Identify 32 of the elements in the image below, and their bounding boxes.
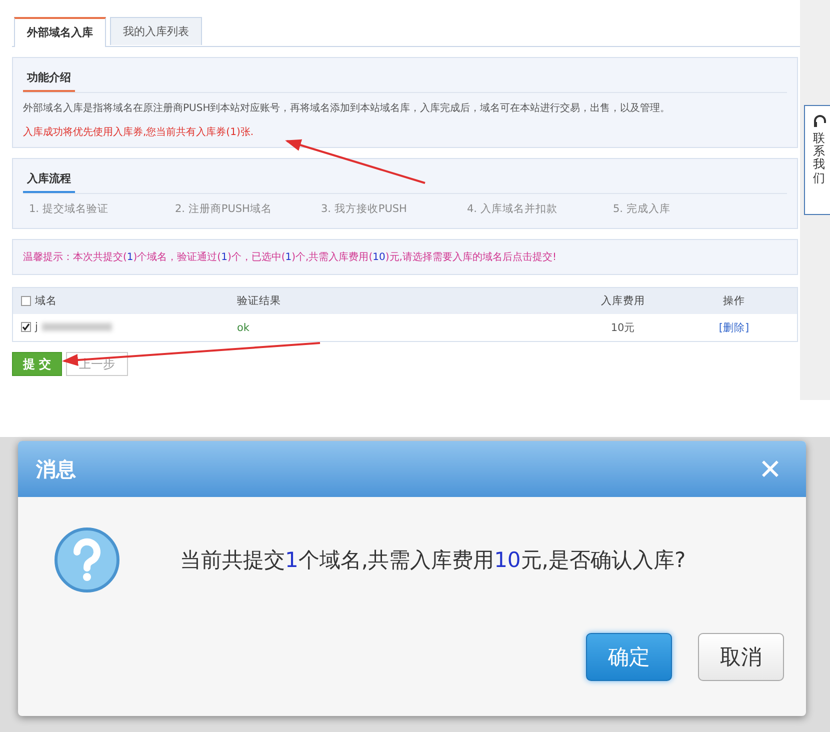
redacted-text [42,323,112,331]
checkbox[interactable] [21,322,31,332]
section-title: 入库流程 [23,169,75,193]
cancel-button[interactable]: 取消 [698,633,784,681]
section-title: 功能介绍 [23,68,75,92]
process-step: 3. 我方接收PUSH [321,202,467,216]
description-text: 外部域名入库是指将域名在原注册商PUSH到本站对应账号，再将域名添加到本站域名库，入库完成后，域名可在本站进行交易，出售，以及管理。 [23,102,672,115]
checkbox[interactable] [21,296,31,306]
contact-tab[interactable]: 联系我们 [804,105,830,215]
process-step: 2. 注册商PUSH域名 [175,202,321,216]
process-step: 4. 入库域名并扣款 [467,202,613,216]
column-header: 验证结果 [229,288,575,314]
process-step: 1. 提交域名验证 [29,202,175,216]
submit-button[interactable]: 提 交 [12,352,62,376]
column-header: 入库费用 [575,288,671,314]
tab[interactable]: 我的入库列表 [110,17,202,45]
table-cell: ok [237,322,250,334]
headset-icon [813,114,827,128]
column-header: 操作 [671,288,798,314]
dialog-title: 消息 [36,456,76,482]
process-step: 5. 完成入库 [613,202,759,216]
table-cell: 10元 [610,322,636,334]
tab[interactable]: 外部域名入库 [14,17,106,47]
question-icon [54,527,120,593]
tip-text: 温馨提示：本次共提交(1)个域名，验证通过(1)个，已选中(1)个,共需入库费用(10)元,请选择需要入库的域名后点击提交! [12,239,798,275]
table-cell: j [35,321,38,333]
dialog-message: 当前共提交1个域名,共需入库费用 10元,是否确认入库? [180,547,686,574]
notice-text: 入库成功将优先使用入库券,您当前共有入库券(1)张. [23,126,255,139]
column-header: 域名 [35,294,57,308]
delete-link[interactable]: [删除] [718,322,750,334]
contact-label: 联系我们 [813,132,825,185]
confirm-button[interactable]: 确定 [586,633,672,681]
